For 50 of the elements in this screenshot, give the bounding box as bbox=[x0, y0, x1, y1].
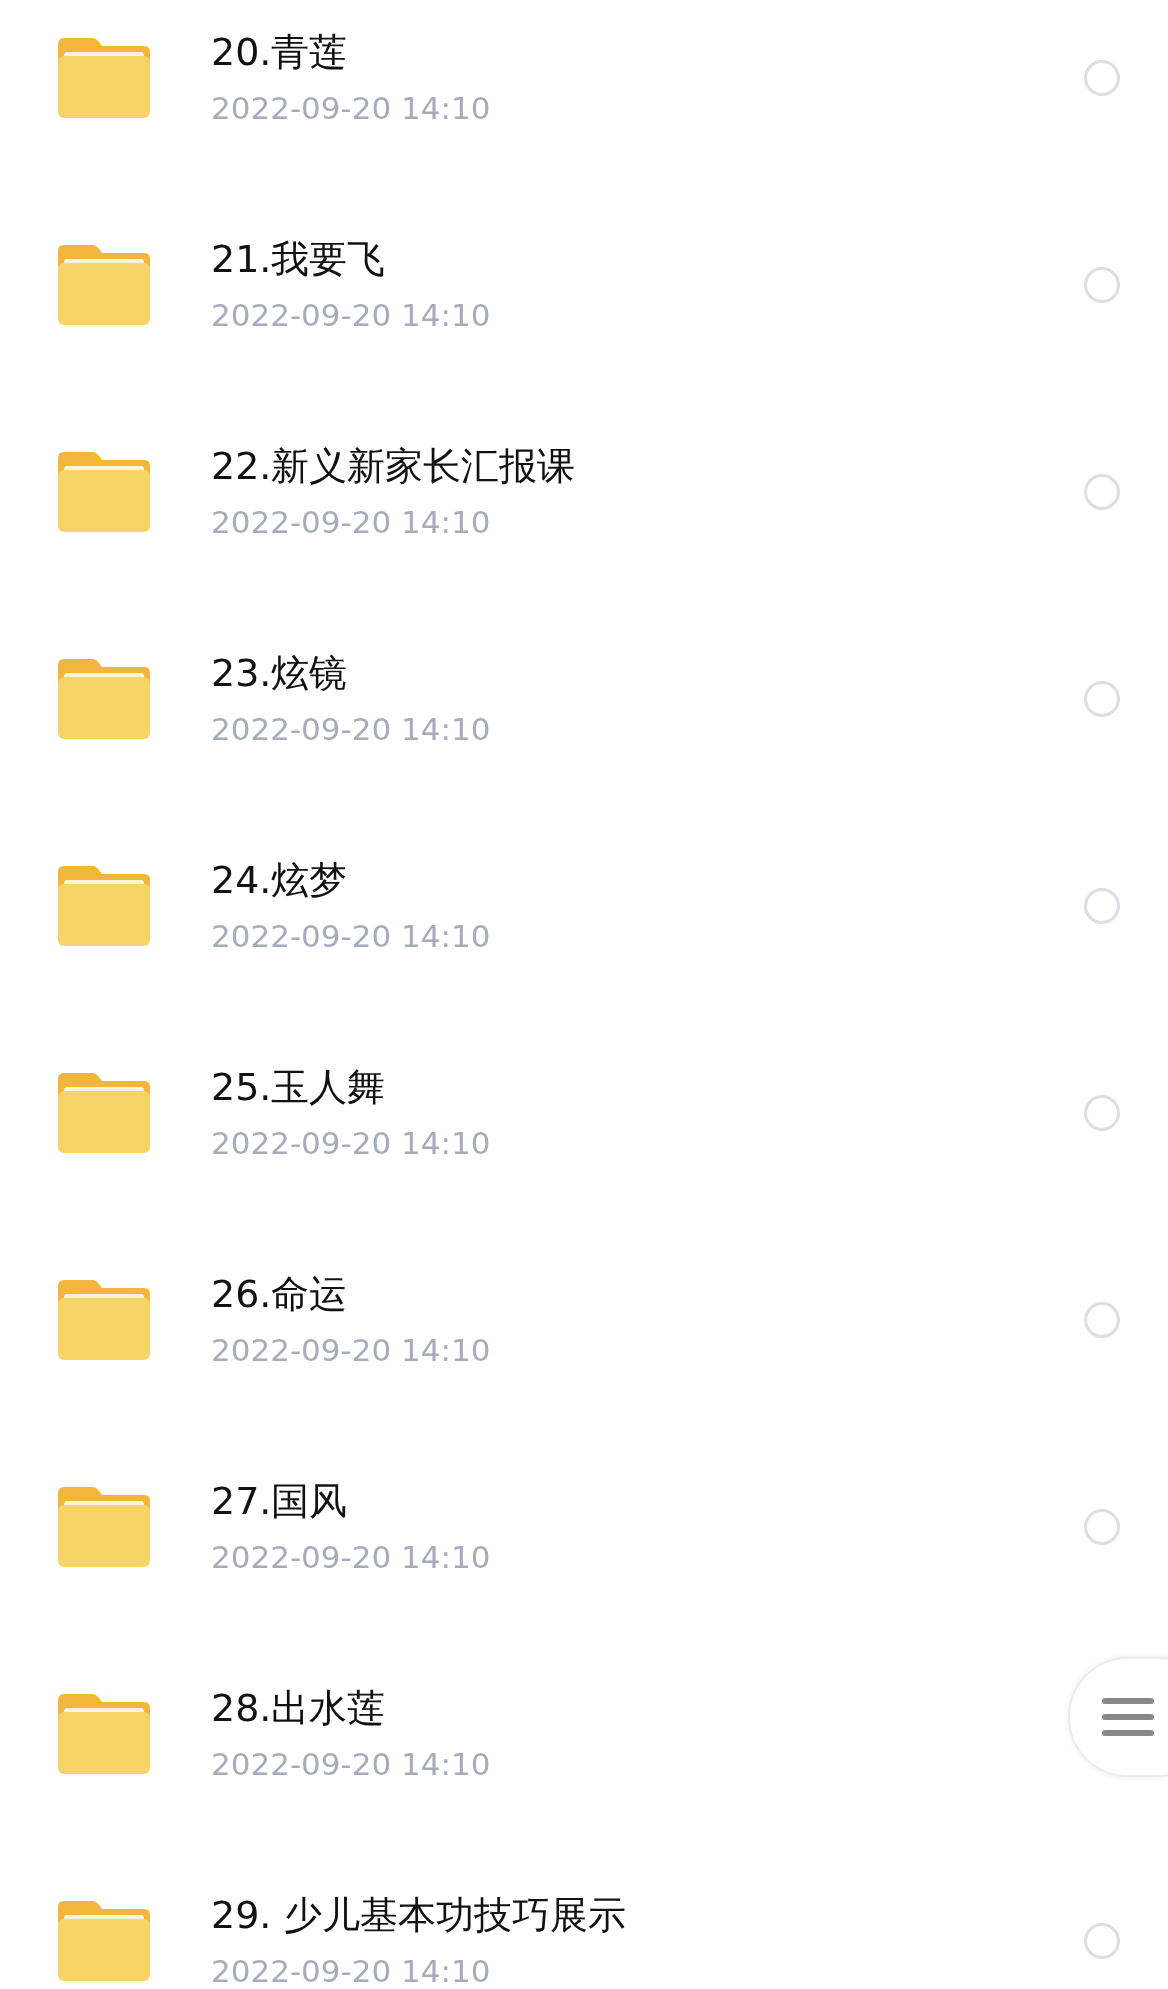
modified-date: 2022-09-20 14:10 bbox=[211, 88, 492, 127]
folder-row[interactable]: 26.命运 2022-09-20 14:10 bbox=[0, 1216, 1168, 1423]
folder-row[interactable]: 25.玉人舞 2022-09-20 14:10 bbox=[0, 1009, 1168, 1216]
menu-icon bbox=[1102, 1698, 1154, 1736]
folder-row[interactable]: 28.出水莲 2022-09-20 14:10 bbox=[0, 1630, 1168, 1837]
select-circle[interactable] bbox=[1084, 59, 1120, 96]
modified-date: 2022-09-20 14:10 bbox=[211, 502, 492, 541]
folder-row[interactable]: 23.炫镜 2022-09-20 14:10 bbox=[0, 595, 1168, 802]
select-circle[interactable] bbox=[1084, 473, 1120, 510]
modified-date: 2022-09-20 14:10 bbox=[211, 295, 492, 334]
folder-row[interactable]: 20.青莲 2022-09-20 14:10 bbox=[0, 0, 1168, 181]
select-circle[interactable] bbox=[1084, 266, 1120, 303]
folder-name: 22.新义新家长汇报课 bbox=[211, 442, 577, 489]
modified-date: 2022-09-20 14:10 bbox=[211, 916, 492, 955]
folder-row[interactable]: 22.新义新家长汇报课 2022-09-20 14:10 bbox=[0, 388, 1168, 595]
select-circle[interactable] bbox=[1084, 1922, 1120, 1959]
modified-date: 2022-09-20 14:10 bbox=[211, 1744, 492, 1783]
folder-icon bbox=[58, 1900, 150, 1981]
modified-date: 2022-09-20 14:10 bbox=[211, 1537, 492, 1576]
select-circle[interactable] bbox=[1084, 887, 1120, 924]
folder-name: 20.青莲 bbox=[211, 28, 349, 75]
folder-name: 24.炫梦 bbox=[211, 856, 349, 903]
select-circle[interactable] bbox=[1084, 680, 1120, 717]
folder-name: 21.我要飞 bbox=[211, 235, 387, 282]
folder-icon bbox=[58, 1486, 150, 1567]
folder-name: 28.出水莲 bbox=[211, 1684, 387, 1731]
folder-row[interactable]: 27.国风 2022-09-20 14:10 bbox=[0, 1423, 1168, 1630]
folder-row[interactable]: 21.我要飞 2022-09-20 14:10 bbox=[0, 181, 1168, 388]
folder-icon bbox=[58, 658, 150, 739]
folder-icon bbox=[58, 1072, 150, 1153]
folder-name: 25.玉人舞 bbox=[211, 1063, 387, 1110]
modified-date: 2022-09-20 14:10 bbox=[211, 1951, 492, 1989]
folder-icon bbox=[58, 451, 150, 532]
folder-name: 26.命运 bbox=[211, 1270, 349, 1317]
folder-name: 23.炫镜 bbox=[211, 649, 349, 696]
folder-icon bbox=[58, 1693, 150, 1774]
folder-name: 29. 少儿基本功技巧展示 bbox=[211, 1891, 627, 1938]
folder-name: 27.国风 bbox=[211, 1477, 349, 1524]
folder-icon bbox=[58, 37, 150, 118]
select-circle[interactable] bbox=[1084, 1094, 1120, 1131]
folder-icon bbox=[58, 244, 150, 325]
select-circle[interactable] bbox=[1084, 1508, 1120, 1545]
select-circle[interactable] bbox=[1084, 1301, 1120, 1338]
folder-icon bbox=[58, 865, 150, 946]
folder-row[interactable]: 29. 少儿基本功技巧展示 2022-09-20 14:10 bbox=[0, 1837, 1168, 1989]
folder-row[interactable]: 24.炫梦 2022-09-20 14:10 bbox=[0, 802, 1168, 1009]
modified-date: 2022-09-20 14:10 bbox=[211, 1330, 492, 1369]
modified-date: 2022-09-20 14:10 bbox=[211, 709, 492, 748]
modified-date: 2022-09-20 14:10 bbox=[211, 1123, 492, 1162]
folder-icon bbox=[58, 1279, 150, 1360]
